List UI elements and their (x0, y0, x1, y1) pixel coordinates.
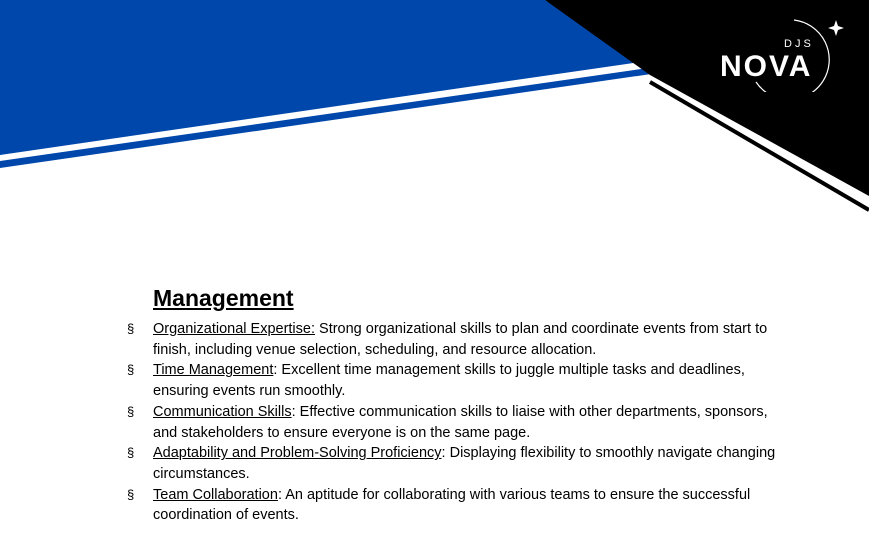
logo-main-text: NOVA (720, 50, 813, 83)
list-item: § Communication Skills: Effective communi… (127, 402, 827, 443)
item-text: : Excellent time management skills to ju… (273, 362, 745, 379)
section-title: Management (153, 285, 294, 311)
list-item: § Organizational Expertise: Strong organi… (127, 319, 827, 360)
item-term: Adaptability and Problem-Solving Profici… (153, 445, 442, 462)
item-text-continued: coordination of events. (153, 507, 299, 524)
item-text: Strong organizational skills to plan and… (315, 321, 768, 337)
list-item: § Team Collaboration: An aptitude for col… (127, 485, 827, 526)
list-item: § Time Management: Excellent time managem… (127, 360, 827, 401)
bullet-symbol: § (127, 445, 135, 461)
item-text-continued: finish, including venue selection, sched… (153, 341, 597, 358)
item-text-continued: and stakeholders to ensure everyone is o… (153, 424, 531, 441)
item-text-continued: circumstances. (153, 465, 250, 482)
bullet-symbol: § (127, 362, 135, 378)
item-term: Time Management (153, 362, 274, 379)
logo-small-text: DJS (784, 38, 814, 50)
bullet-symbol: § (127, 403, 135, 419)
management-list: § Organizational Expertise: Strong organi… (127, 319, 827, 526)
list-item: § Adaptability and Problem-Solving Profic… (127, 443, 827, 484)
bullet-symbol: § (127, 321, 135, 336)
item-text: : Effective communication skills to liai… (291, 403, 768, 420)
item-text: : Displaying flexibility to smoothly nav… (441, 445, 776, 462)
bullet-symbol: § (127, 486, 135, 502)
item-term: Team Collaboration (153, 486, 278, 503)
item-term: Communication Skills (153, 403, 292, 420)
djs-nova-logo: DJS NOVA (716, 12, 856, 92)
item-text-continued: ensuring events run smoothly. (153, 383, 346, 400)
item-term: Organizational Expertise: (153, 321, 315, 337)
blue-band (0, 0, 640, 155)
item-text: : An aptitude for collaborating with var… (277, 486, 751, 503)
